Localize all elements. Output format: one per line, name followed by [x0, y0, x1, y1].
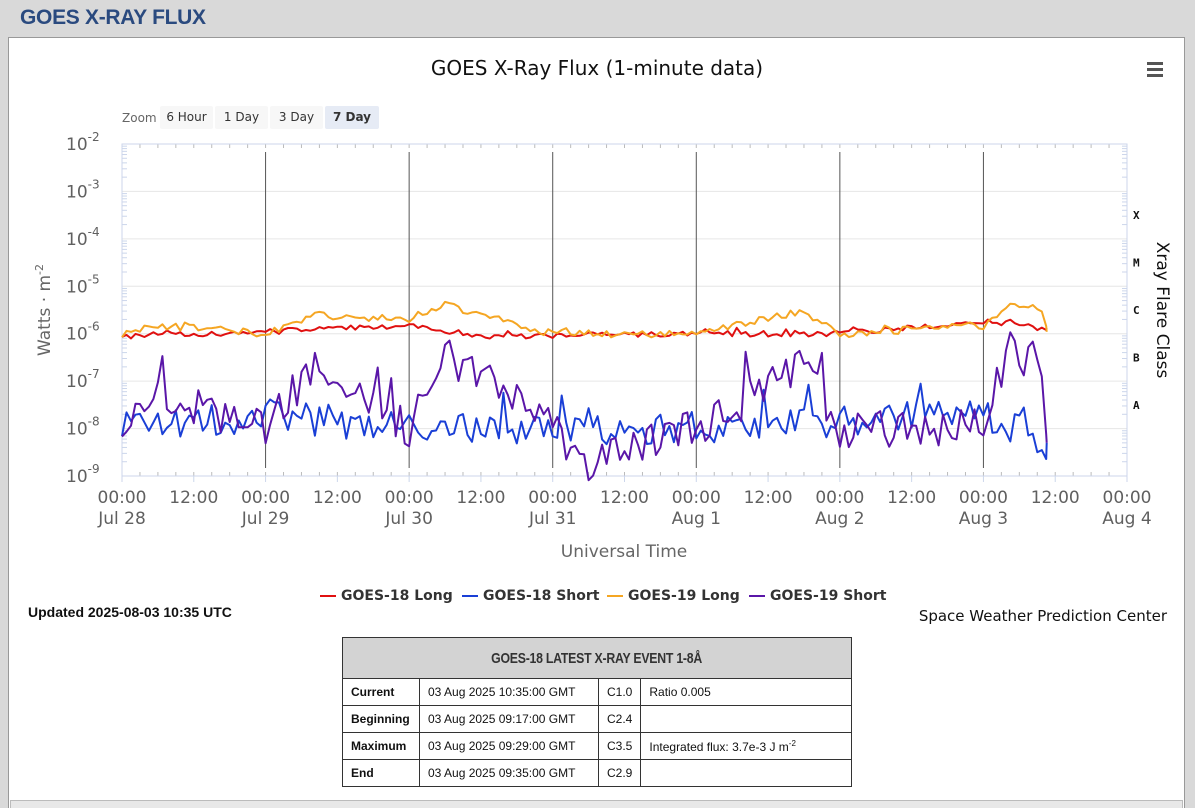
y-tick-label: 10-8 [66, 415, 100, 440]
chart-title: GOES X-Ray Flux (1-minute data) [431, 56, 763, 80]
x-tick-date-label: Jul 29 [241, 509, 290, 529]
zoom-button-label: 1 Day [224, 110, 259, 124]
zoom-button-3-day[interactable]: 3 Day [270, 106, 323, 129]
zoom-button-group: 6 Hour 1 Day 3 Day 7 Day [160, 106, 379, 129]
x-tick-date-label: Jul 28 [97, 509, 146, 529]
x-axis-ticks: 00:00Jul 2812:00 00:00Jul 2912:00 00:00Jul… [97, 488, 1151, 529]
flare-class-label: M [1133, 257, 1140, 270]
flare-class-label: C [1133, 304, 1140, 317]
zoom-label: Zoom [122, 111, 157, 125]
legend-item[interactable]: GOES-19 Short [749, 588, 887, 604]
row-class: C2.4 [597, 705, 642, 733]
legend-item[interactable]: GOES-18 Short [462, 588, 600, 604]
flare-class-label: X [1133, 209, 1140, 222]
y-axis-title-sup: -2 [33, 264, 46, 275]
row-extra [640, 705, 852, 733]
legend-label: GOES-19 Long [628, 588, 740, 604]
chart-series [121, 300, 1048, 482]
x-tick-date-label: Aug 2 [815, 509, 864, 529]
x-tick-label: 12:00 [600, 488, 649, 508]
hamburger-menu-icon[interactable] [1147, 62, 1163, 77]
row-class: C3.5 [597, 732, 642, 760]
flare-class-labels: X M C B A [1133, 209, 1140, 412]
legend-item[interactable]: GOES-18 Long [320, 588, 453, 604]
x-tick-label: 12:00 [313, 488, 362, 508]
row-time: 03 Aug 2025 10:35:00 GMT [419, 678, 599, 706]
row-time: 03 Aug 2025 09:35:00 GMT [419, 759, 599, 787]
updated-timestamp: Updated 2025-08-03 10:35 UTC [28, 604, 232, 620]
y-tick-label: 10-9 [66, 462, 100, 487]
table-row: Current 03 Aug 2025 10:35:00 GMT C1.0 Ra… [342, 678, 852, 706]
legend-label: GOES-18 Long [341, 588, 453, 604]
latest-event-table: GOES-18 LATEST X-RAY EVENT 1-8Å Current … [342, 637, 852, 787]
x-tick-label: 12:00 [169, 488, 218, 508]
x-tick-label: 00:00 [528, 488, 577, 508]
y-tick-label: 10-2 [66, 130, 100, 155]
zoom-button-label: 7 Day [333, 110, 371, 124]
zoom-button-label: 3 Day [279, 110, 314, 124]
row-extra: Integrated flux: 3.7e-3 J m-2 [640, 732, 852, 760]
row-extra: Ratio 0.005 [640, 678, 852, 706]
y-axis-title-text: Watts · m [35, 275, 55, 356]
svg-text:Watts · m-2: Watts · m-2 [33, 264, 55, 356]
row-class: C2.9 [597, 759, 642, 787]
x-tick-label: 00:00 [385, 488, 434, 508]
row-label: Beginning [342, 705, 420, 733]
zoom-button-label: 6 Hour [166, 110, 206, 124]
x-tick-date-label: Aug 1 [672, 509, 721, 529]
y2-axis-title: Xray Flare Class [1152, 242, 1172, 379]
y-axis-title: Watts · m-2 [33, 264, 55, 356]
row-label: End [342, 759, 420, 787]
credit-text: Space Weather Prediction Center [918, 607, 1167, 625]
x-tick-label: 12:00 [744, 488, 793, 508]
chart-legend: GOES-18 Long GOES-18 Short GOES-19 Long GOE… [320, 588, 887, 604]
y-tick-label: 10-6 [66, 320, 100, 345]
zoom-button-7-day[interactable]: 7 Day [325, 106, 379, 129]
flare-class-label: B [1133, 351, 1140, 364]
y-tick-label: 10-4 [66, 225, 100, 250]
x-tick-label: 00:00 [1103, 488, 1152, 508]
x-tick-date-label: Aug 4 [1102, 509, 1151, 529]
x-axis-title: Universal Time [561, 542, 687, 562]
series-line-goes-18-short [121, 382, 1048, 460]
row-time: 03 Aug 2025 09:29:00 GMT [419, 732, 599, 760]
event-table-title: GOES-18 LATEST X-RAY EVENT 1-8Å [342, 637, 852, 679]
x-tick-label: 00:00 [815, 488, 864, 508]
x-tick-label: 12:00 [456, 488, 505, 508]
x-tick-label: 12:00 [1031, 488, 1080, 508]
legend-label: GOES-19 Short [770, 588, 887, 604]
y-axis-ticks: 10-2 10-3 10-4 10-5 10-6 10-7 10-8 10-9 [66, 130, 100, 487]
y-tick-label: 10-7 [66, 367, 100, 392]
row-label: Maximum [342, 732, 420, 760]
plot-area [121, 143, 1128, 477]
x-tick-label: 00:00 [672, 488, 721, 508]
x-tick-date-label: Aug 3 [959, 509, 1008, 529]
row-label: Current [342, 678, 420, 706]
y-tick-label: 10-5 [66, 272, 100, 297]
table-row: Beginning 03 Aug 2025 09:17:00 GMT C2.4 [342, 705, 852, 733]
x-tick-label: 00:00 [241, 488, 290, 508]
row-extra [640, 759, 852, 787]
x-tick-date-label: Jul 31 [528, 509, 577, 529]
table-row: End 03 Aug 2025 09:35:00 GMT C2.9 [342, 759, 852, 787]
row-class: C1.0 [597, 678, 642, 706]
x-tick-label: 00:00 [98, 488, 147, 508]
table-row: Maximum 03 Aug 2025 09:29:00 GMT C3.5 In… [342, 732, 852, 760]
x-tick-label: 12:00 [887, 488, 936, 508]
xray-flux-chart: GOES X-Ray Flux (1-minute data) Zoom 6 H… [33, 56, 1172, 604]
flare-class-label: A [1133, 399, 1140, 412]
zoom-button-1-day[interactable]: 1 Day [215, 106, 268, 129]
x-tick-date-label: Jul 30 [384, 509, 433, 529]
legend-label: GOES-18 Short [483, 588, 600, 604]
bottom-strip [10, 800, 1183, 808]
row-time: 03 Aug 2025 09:17:00 GMT [419, 705, 599, 733]
y-tick-label: 10-3 [66, 177, 100, 202]
legend-item[interactable]: GOES-19 Long [607, 588, 740, 604]
zoom-button-6-hour[interactable]: 6 Hour [160, 106, 213, 129]
x-tick-label: 00:00 [959, 488, 1008, 508]
